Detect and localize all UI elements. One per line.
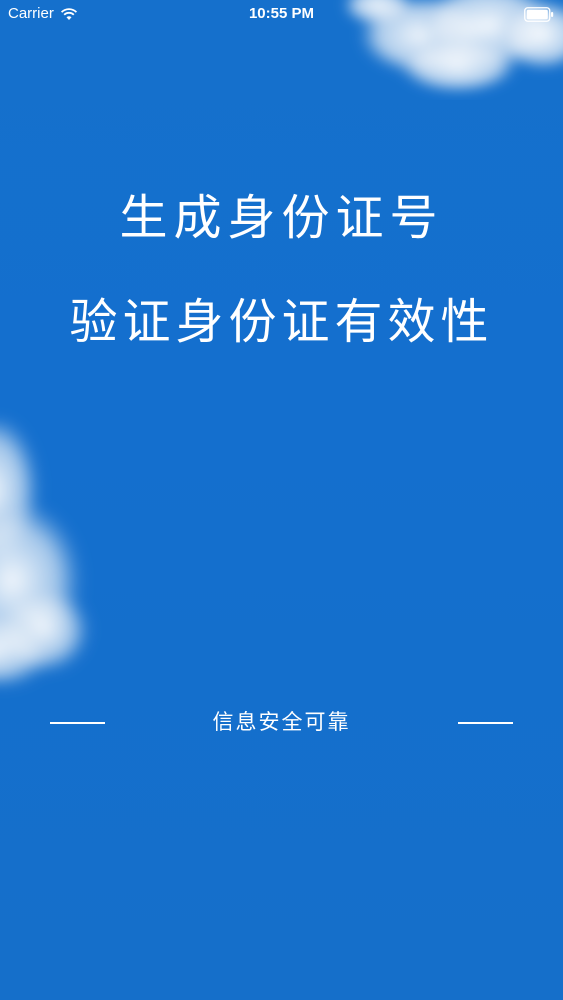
cloud-decoration-left [0,420,95,685]
headline-validate-id: 验证身份证有效性 [69,294,494,350]
tagline-row: 信息安全可靠 [0,706,563,738]
divider-right [458,722,513,724]
status-bar: Carrier 10:55 PM [0,0,563,30]
clock: 10:55 PM [248,5,315,22]
battery-icon [524,7,554,22]
headline-generate-id: 生成身份证号 [119,190,444,246]
tagline: 信息安全可靠 [212,710,351,734]
splash-screen: Carrier 10:55 PM 生成身份证号 验证身份证有效性 信息安全可靠 [0,0,563,1000]
